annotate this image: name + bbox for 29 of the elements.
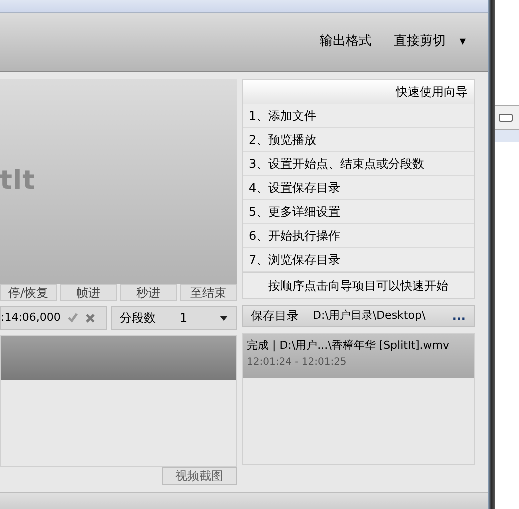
- logo-text: tlt: [0, 165, 36, 198]
- list-item[interactable]: [1, 336, 236, 380]
- guide-item[interactable]: 4、设置保存目录: [243, 176, 474, 200]
- guide-item[interactable]: 6、开始执行操作: [243, 224, 474, 248]
- guide-title: 快速使用向导: [243, 80, 474, 104]
- playback-button[interactable]: 秒进: [120, 284, 177, 301]
- guide-item[interactable]: 3、设置开始点、结束点或分段数: [243, 152, 474, 176]
- segments-dropdown[interactable]: 分段数 1: [111, 306, 237, 330]
- result-time: 12:01:24 - 12:01:25: [247, 356, 348, 370]
- playback-button[interactable]: 停/恢复: [0, 284, 57, 301]
- guide-item[interactable]: 7、浏览保存目录: [243, 248, 474, 272]
- result-item[interactable]: 完成 | D:\用户...\香樟年华 [SplitIt].wmv 12:01:24 - 12:01:25: [243, 334, 474, 378]
- caret-icon: [220, 316, 228, 320]
- time-field[interactable]: :14:06,000: [0, 306, 107, 330]
- playback-button[interactable]: 至结束: [180, 284, 237, 301]
- close-icon[interactable]: [84, 312, 96, 324]
- window-header: [495, 130, 519, 142]
- guide-item[interactable]: 2、预览播放: [243, 128, 474, 152]
- guide-hint: 按顺序点击向导项目可以快速开始: [243, 272, 474, 298]
- window-button[interactable]: [499, 114, 513, 122]
- check-icon[interactable]: [66, 312, 79, 324]
- snapshot-button[interactable]: 视频截图: [162, 467, 237, 485]
- mode-dropdown[interactable]: 直接剪切 ▼: [394, 32, 466, 52]
- result-title: 完成 | D:\用户...\香樟年华 [SplitIt].wmv: [247, 338, 451, 354]
- guide-item[interactable]: 5、更多详细设置: [243, 200, 474, 224]
- toolbar-button[interactable]: 输出格式: [320, 32, 372, 52]
- playback-button[interactable]: 帧进: [60, 284, 117, 301]
- save-directory-bar[interactable]: 保存目录 D:\用户目录\Desktop\ ...: [242, 305, 475, 327]
- guide-item[interactable]: 1、添加文件: [243, 104, 474, 128]
